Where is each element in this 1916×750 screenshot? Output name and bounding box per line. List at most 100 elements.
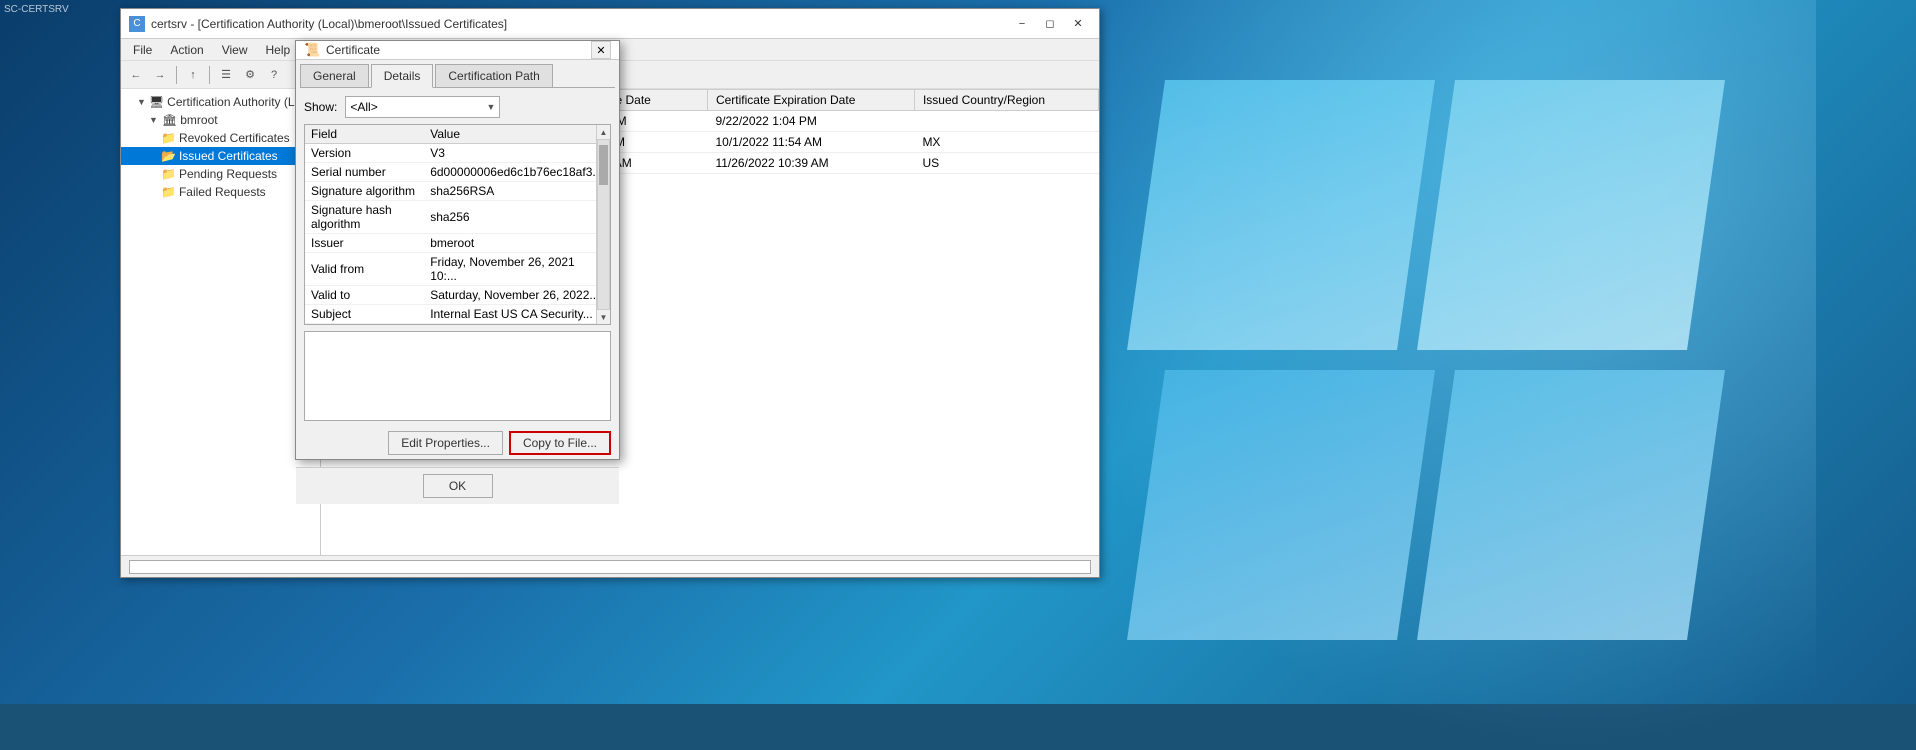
field-row-valid-from[interactable]: Valid from Friday, November 26, 2021 10:… [305, 253, 610, 286]
field-name-issuer: Issuer [305, 234, 424, 253]
menu-file[interactable]: File [125, 41, 160, 59]
field-col-header[interactable]: Field [305, 125, 424, 144]
status-scrollbar[interactable] [129, 560, 1091, 574]
value-col-header[interactable]: Value [424, 125, 610, 144]
minimize-button[interactable]: − [1009, 14, 1035, 34]
field-row-hash-alg[interactable]: Signature hash algorithm sha256 [305, 201, 610, 234]
tree-item-bmroot[interactable]: ▼ 🏛 bmroot [121, 111, 320, 129]
edit-properties-button[interactable]: Edit Properties... [388, 431, 503, 455]
close-button[interactable]: ✕ [1065, 14, 1091, 34]
detail-area[interactable] [304, 331, 611, 421]
scroll-down-arrow[interactable]: ▼ [597, 310, 611, 324]
tree-item-revoked[interactable]: 📁 Revoked Certificates [121, 129, 320, 147]
field-name-subject: Subject [305, 305, 424, 324]
dialog-close-button[interactable]: ✕ [591, 41, 611, 59]
field-name-sig-alg: Signature algorithm [305, 182, 424, 201]
field-row-subject[interactable]: Subject Internal East US CA Security... [305, 305, 610, 324]
mmc-statusbar [121, 555, 1099, 577]
menu-action[interactable]: Action [162, 41, 211, 59]
expand-icon-bmroot: ▼ [149, 115, 159, 125]
expand-icon: ▼ [137, 97, 146, 107]
copy-to-file-button[interactable]: Copy to File... [509, 431, 611, 455]
tab-details[interactable]: Details [371, 64, 434, 88]
col-header-expiration[interactable]: Certificate Expiration Date [707, 90, 914, 111]
field-name-valid-to: Valid to [305, 286, 424, 305]
desktop: SC-CERTSRV C certsrv - [Certification Au… [0, 0, 1916, 704]
show-hide-button[interactable]: ☰ [215, 64, 237, 86]
chevron-down-icon: ▼ [486, 102, 495, 112]
field-table: Field Value Version V3 Serial number 6d0… [305, 125, 610, 324]
folder-icon-failed: 📁 [161, 185, 176, 199]
show-dropdown[interactable]: <All> ▼ [345, 96, 500, 118]
cert-country-3: US [914, 153, 1098, 174]
tree-item-failed[interactable]: 📁 Failed Requests [121, 183, 320, 201]
menu-view[interactable]: View [214, 41, 256, 59]
cert-country-2: MX [914, 132, 1098, 153]
field-value-sig-alg: sha256RSA [424, 182, 610, 201]
cert-country-1 [914, 111, 1098, 132]
field-name-version: Version [305, 144, 424, 163]
back-button[interactable]: ← [125, 64, 147, 86]
up-button[interactable]: ↑ [182, 64, 204, 86]
mmc-titlebar: C certsrv - [Certification Authority (Lo… [121, 9, 1099, 39]
help-button[interactable]: ? [263, 64, 285, 86]
corner-label: SC-CERTSRV [4, 4, 69, 15]
mmc-app-icon: C [129, 16, 145, 32]
properties-button[interactable]: ⚙ [239, 64, 261, 86]
tree-item-pending[interactable]: 📁 Pending Requests [121, 165, 320, 183]
cert-dialog: 📜 Certificate ✕ General Details Certific… [295, 40, 620, 460]
windows-logo [1116, 50, 1716, 650]
field-value-serial: 6d00000006ed6c1b76ec18af3... [424, 163, 610, 182]
scroll-track[interactable] [597, 139, 610, 310]
dialog-body: Show: <All> ▼ Field Value [296, 88, 619, 467]
col-header-country[interactable]: Issued Country/Region [914, 90, 1098, 111]
ca-icon: 🏛 [162, 113, 177, 127]
field-row-serial[interactable]: Serial number 6d00000006ed6c1b76ec18af3.… [305, 163, 610, 182]
tree-item-issued[interactable]: 📂 Issued Certificates [121, 147, 320, 165]
field-value-hash-alg: sha256 [424, 201, 610, 234]
computer-icon: 🖥 [149, 95, 164, 109]
dialog-footer: OK [296, 467, 619, 504]
toolbar-separator-2 [209, 66, 210, 84]
field-value-version: V3 [424, 144, 610, 163]
mmc-title-text: certsrv - [Certification Authority (Loca… [151, 17, 507, 31]
field-value-subject: Internal East US CA Security... [424, 305, 610, 324]
menu-help[interactable]: Help [258, 41, 299, 59]
toolbar-separator-1 [176, 66, 177, 84]
forward-button[interactable]: → [149, 64, 171, 86]
folder-icon-pending: 📁 [161, 167, 176, 181]
tab-general[interactable]: General [300, 64, 369, 87]
restore-button[interactable]: ◻ [1037, 14, 1063, 34]
field-table-scrollbar[interactable]: ▲ ▼ [596, 125, 610, 324]
show-value: <All> [350, 100, 377, 114]
dialog-titlebar: 📜 Certificate ✕ [296, 41, 619, 60]
cert-expiration-2: 10/1/2022 11:54 AM [707, 132, 914, 153]
ok-button[interactable]: OK [423, 474, 493, 498]
dialog-title: 📜 Certificate [304, 42, 380, 58]
field-row-version[interactable]: Version V3 [305, 144, 610, 163]
field-table-container: Field Value Version V3 Serial number 6d0… [304, 124, 611, 325]
field-row-sig-alg[interactable]: Signature algorithm sha256RSA [305, 182, 610, 201]
dialog-btn-row: Edit Properties... Copy to File... [304, 427, 611, 459]
field-value-issuer: bmeroot [424, 234, 610, 253]
field-row-issuer[interactable]: Issuer bmeroot [305, 234, 610, 253]
field-name-serial: Serial number [305, 163, 424, 182]
cert-dialog-title: Certificate [326, 43, 380, 57]
dialog-tabs: General Details Certification Path [296, 60, 619, 87]
scroll-up-arrow[interactable]: ▲ [597, 125, 611, 139]
cert-expiration-3: 11/26/2022 10:39 AM [707, 153, 914, 174]
field-row-valid-to[interactable]: Valid to Saturday, November 26, 2022... [305, 286, 610, 305]
tree-item-root[interactable]: ▼ 🖥 Certification Authority (Local) [121, 93, 320, 111]
mmc-title-left: C certsrv - [Certification Authority (Lo… [129, 16, 507, 32]
folder-icon-revoked: 📁 [161, 131, 176, 145]
field-value-valid-to: Saturday, November 26, 2022... [424, 286, 610, 305]
cert-expiration-1: 9/22/2022 1:04 PM [707, 111, 914, 132]
field-name-valid-from: Valid from [305, 253, 424, 286]
win-controls: − ◻ ✕ [1009, 14, 1091, 34]
field-value-valid-from: Friday, November 26, 2021 10:... [424, 253, 610, 286]
folder-icon-issued: 📂 [161, 149, 176, 163]
tab-certification-path[interactable]: Certification Path [435, 64, 552, 87]
show-label: Show: [304, 100, 337, 114]
show-row: Show: <All> ▼ [304, 96, 611, 118]
tree-pane: ▼ 🖥 Certification Authority (Local) ▼ 🏛 … [121, 89, 321, 555]
